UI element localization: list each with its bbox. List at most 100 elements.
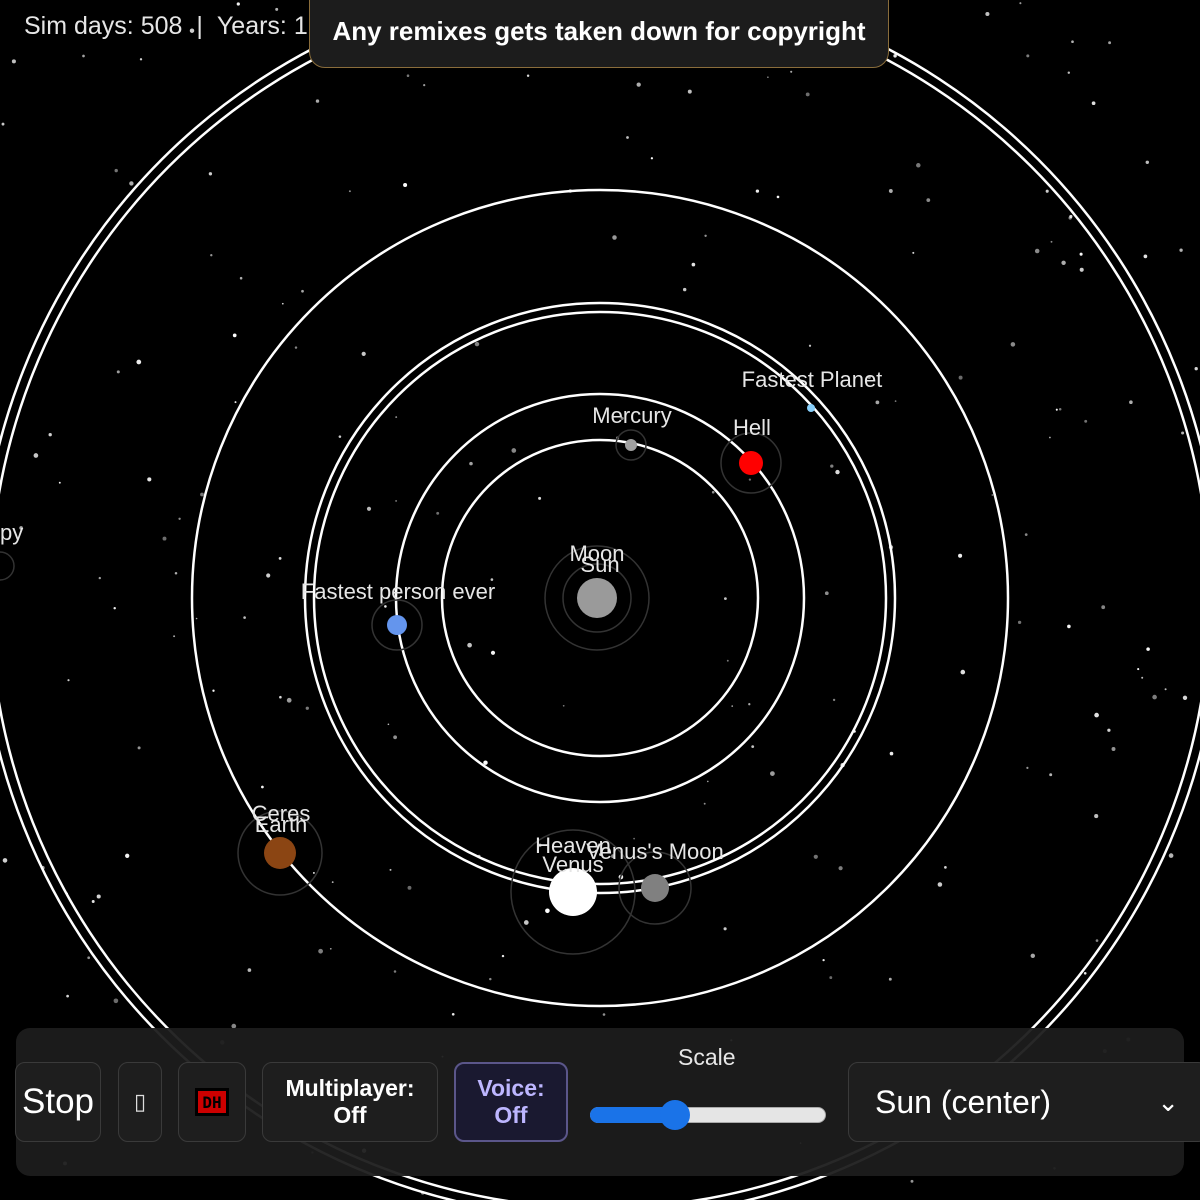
star [1026, 766, 1029, 770]
star [66, 994, 69, 998]
star [129, 181, 134, 186]
star [1069, 214, 1073, 219]
star [173, 635, 176, 638]
star [1067, 71, 1071, 74]
star [958, 375, 963, 380]
star [1101, 605, 1106, 610]
focus-select[interactable]: Sun (center) ⌄ [848, 1062, 1200, 1142]
scale-slider[interactable] [590, 1100, 826, 1132]
mercury-body[interactable] [625, 439, 637, 451]
star [361, 351, 366, 357]
star [178, 517, 181, 520]
star [636, 82, 641, 87]
star [423, 83, 426, 87]
star [125, 853, 130, 858]
star [239, 276, 243, 280]
star [1045, 189, 1049, 193]
offscreen-body-label: py [0, 520, 23, 545]
star [279, 695, 282, 699]
multiplayer-label: Multiplayer: [285, 1075, 415, 1101]
star [1137, 668, 1140, 671]
star [612, 235, 617, 240]
star [726, 659, 729, 662]
star [1111, 747, 1116, 751]
star [338, 435, 342, 438]
star [748, 703, 751, 706]
venus-moon-body[interactable] [641, 874, 669, 902]
glyph-button[interactable]: ▯ [118, 1062, 162, 1142]
star [294, 346, 298, 349]
star [767, 76, 769, 79]
fastest-planet-body[interactable] [807, 404, 815, 412]
star [236, 2, 240, 6]
star [511, 448, 517, 453]
focus-selected-value: Sun (center) [875, 1083, 1052, 1120]
star [1071, 40, 1074, 44]
star [723, 927, 727, 931]
star [393, 735, 397, 740]
star [1061, 260, 1066, 266]
earth-body[interactable] [264, 837, 296, 869]
icon-button[interactable]: DH [178, 1062, 246, 1142]
star [916, 163, 921, 168]
star [1019, 2, 1022, 5]
stop-button[interactable]: Stop [15, 1062, 101, 1142]
multiplayer-toggle[interactable]: Multiplayer: Off [262, 1062, 438, 1142]
star [210, 254, 213, 257]
star [704, 234, 707, 237]
slider-thumb[interactable] [659, 1100, 690, 1130]
star [139, 58, 143, 61]
star [137, 746, 141, 750]
star [501, 954, 505, 958]
star [526, 74, 530, 78]
star [1049, 436, 1051, 439]
star [2, 858, 8, 863]
star [11, 59, 16, 64]
star [545, 908, 550, 914]
star [366, 506, 372, 511]
star [682, 287, 687, 292]
star [301, 289, 304, 293]
stats-separator: | [196, 12, 203, 40]
star [91, 900, 95, 903]
star [602, 1013, 606, 1016]
star [912, 251, 915, 254]
sun-body[interactable] [577, 578, 617, 618]
star [888, 977, 892, 981]
star [1055, 408, 1058, 411]
star [523, 920, 529, 925]
star [278, 557, 282, 560]
hell-body[interactable] [739, 451, 763, 475]
star [790, 70, 793, 73]
star [1030, 953, 1036, 959]
space-canvas[interactable]: Moon Sun Mercury Hell Fastest Planet Fas… [0, 0, 1200, 1200]
star [805, 92, 810, 97]
voice-label: Voice: [477, 1075, 545, 1101]
star [1050, 240, 1053, 243]
star [315, 99, 320, 103]
star [910, 1179, 914, 1183]
star [96, 894, 101, 899]
star [312, 871, 315, 874]
star [1017, 620, 1022, 625]
star [650, 157, 654, 160]
star [305, 706, 309, 710]
copyright-banner: Any remixes gets taken down for copyrigh… [309, 0, 889, 68]
star [1084, 419, 1088, 423]
voice-toggle[interactable]: Voice: Off [454, 1062, 568, 1142]
star [113, 606, 116, 610]
star [824, 591, 829, 596]
star [384, 605, 387, 608]
body-halos [0, 429, 782, 955]
star [489, 977, 492, 981]
star [247, 968, 252, 972]
icon-text: DH [202, 1092, 222, 1112]
star [469, 461, 473, 466]
fastest-person-body[interactable] [387, 615, 407, 635]
scale-label: Scale [678, 1044, 736, 1070]
star [776, 195, 780, 199]
star [706, 780, 709, 783]
star [234, 401, 237, 404]
star [98, 576, 101, 580]
star [731, 705, 734, 707]
